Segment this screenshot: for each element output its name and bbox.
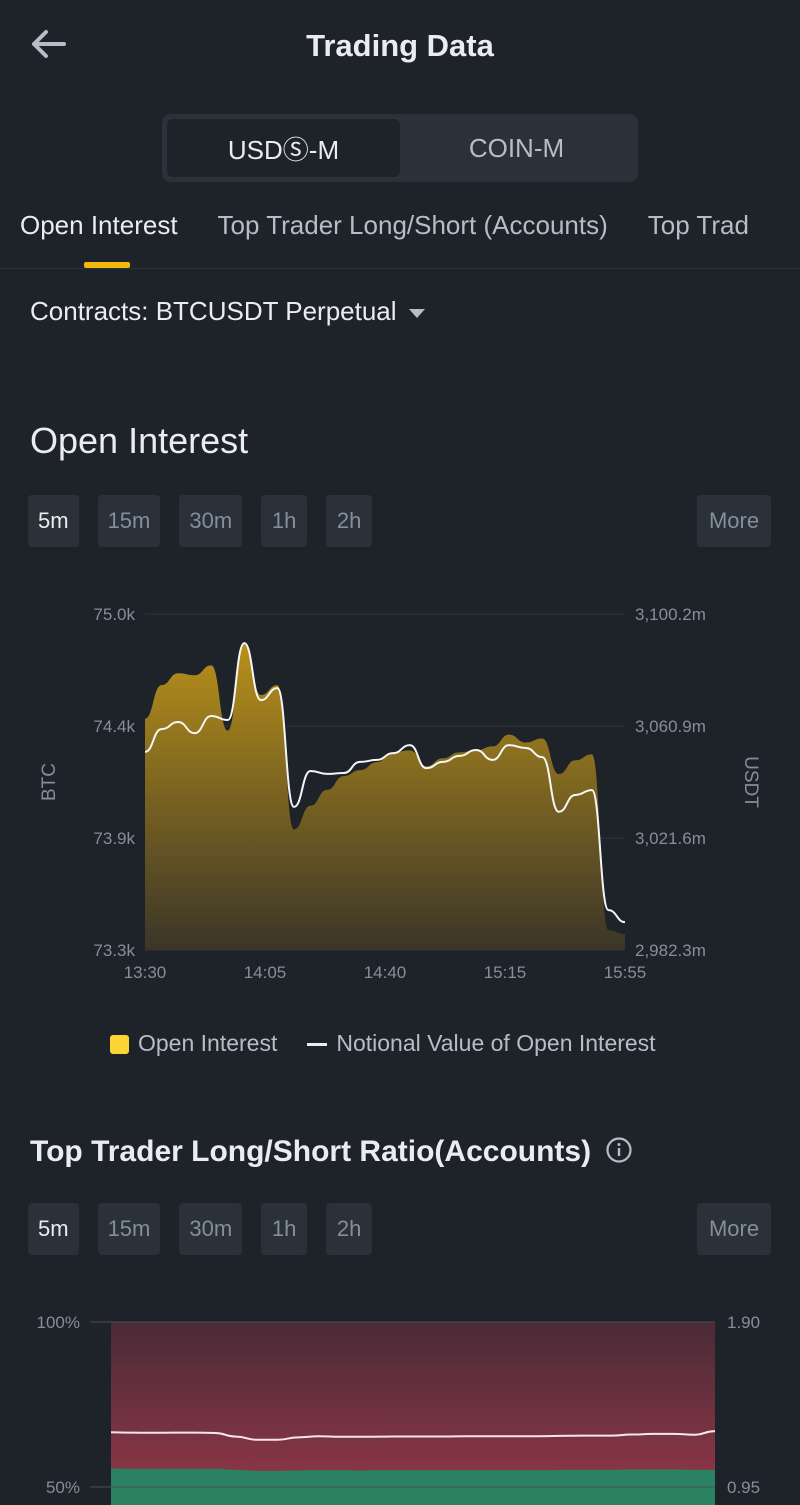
y2-tick-label: 3,021.6m — [635, 829, 706, 848]
timeframe-1h[interactable]: 1h — [261, 495, 308, 547]
y2-tick-label: 0.95 — [727, 1478, 760, 1497]
more-button[interactable]: More — [697, 495, 771, 547]
legend-swatch — [110, 1035, 129, 1055]
y-axis-label: BTC — [39, 763, 60, 801]
segment-coin-m[interactable]: COIN-M — [400, 119, 633, 177]
timeframe-15m[interactable]: 15m — [97, 1203, 161, 1255]
segment-usds-m[interactable]: USDⓈ-M — [167, 119, 400, 177]
y2-tick-label: 2,982.3m — [635, 941, 706, 960]
y2-axis-label: USDT — [740, 756, 761, 808]
contract-label: Contracts: BTCUSDT Perpetual — [30, 296, 397, 326]
open-interest-chart: 75.0k 3,100.2m 74.4k 3,060.9m 73.9k 3,021.6m 7… — [39, 605, 761, 982]
y-tick-label: 73.9k — [93, 829, 135, 848]
legend-label: Open Interest — [138, 1030, 278, 1056]
y2-tick-label: 1.90 — [727, 1313, 760, 1332]
long-short-ratio-chart: 100% 1.90 50% 0.95 — [37, 1313, 760, 1505]
timeframe-2h[interactable]: 2h — [326, 495, 373, 547]
timeframe-30m[interactable]: 30m — [179, 1203, 243, 1255]
timeframe-selector-2: 5m 15m 30m 1h 2h — [28, 1203, 373, 1255]
y-tick-label: 50% — [46, 1478, 80, 1497]
y-tick-label: 74.4k — [93, 717, 135, 736]
section-title-long-short: Top Trader Long/Short Ratio(Accounts) — [30, 1135, 633, 1169]
legend-line — [307, 1043, 328, 1047]
section-title-text: Top Trader Long/Short Ratio(Accounts) — [30, 1135, 592, 1168]
info-circle-icon[interactable] — [605, 1136, 633, 1164]
legend-open-interest[interactable]: Open Interest — [110, 1030, 277, 1057]
timeframe-2h[interactable]: 2h — [326, 1203, 373, 1255]
contract-selector[interactable]: Contracts: BTCUSDT Perpetual — [30, 296, 425, 327]
timeframe-5m[interactable]: 5m — [28, 495, 79, 547]
y2-tick-label: 3,060.9m — [635, 717, 706, 736]
x-tick-label: 14:40 — [364, 963, 407, 982]
x-tick-label: 14:05 — [244, 963, 287, 982]
section-title-open-interest: Open Interest — [30, 420, 249, 461]
divider — [0, 268, 800, 269]
x-tick-label: 13:30 — [124, 963, 167, 982]
tab-top-trader-accounts[interactable]: Top Trader Long/Short (Accounts) — [218, 210, 608, 241]
timeframe-5m[interactable]: 5m — [28, 1203, 79, 1255]
chart-legend: Open Interest Notional Value of Open Int… — [110, 1030, 656, 1057]
tab-bar: Open Interest Top Trader Long/Short (Acc… — [20, 210, 749, 241]
legend-notional-value[interactable]: Notional Value of Open Interest — [307, 1030, 656, 1057]
y-tick-label: 73.3k — [93, 941, 135, 960]
more-button[interactable]: More — [697, 1203, 771, 1255]
margin-type-toggle: USDⓈ-M COIN-M — [162, 114, 638, 182]
legend-label: Notional Value of Open Interest — [336, 1030, 656, 1056]
tab-open-interest[interactable]: Open Interest — [20, 210, 178, 241]
x-tick-label: 15:55 — [604, 963, 647, 982]
y-tick-label: 75.0k — [93, 605, 135, 624]
page-title: Trading Data — [306, 28, 494, 63]
timeframe-selector-1: 5m 15m 30m 1h 2h — [28, 495, 373, 547]
timeframe-30m[interactable]: 30m — [179, 495, 243, 547]
timeframe-15m[interactable]: 15m — [97, 495, 161, 547]
tab-top-trader-positions[interactable]: Top Trad — [648, 210, 749, 241]
caret-down-icon — [408, 308, 425, 318]
x-tick-label: 15:15 — [484, 963, 527, 982]
y-tick-label: 100% — [37, 1313, 80, 1332]
timeframe-1h[interactable]: 1h — [261, 1203, 308, 1255]
y2-tick-label: 3,100.2m — [635, 605, 706, 624]
